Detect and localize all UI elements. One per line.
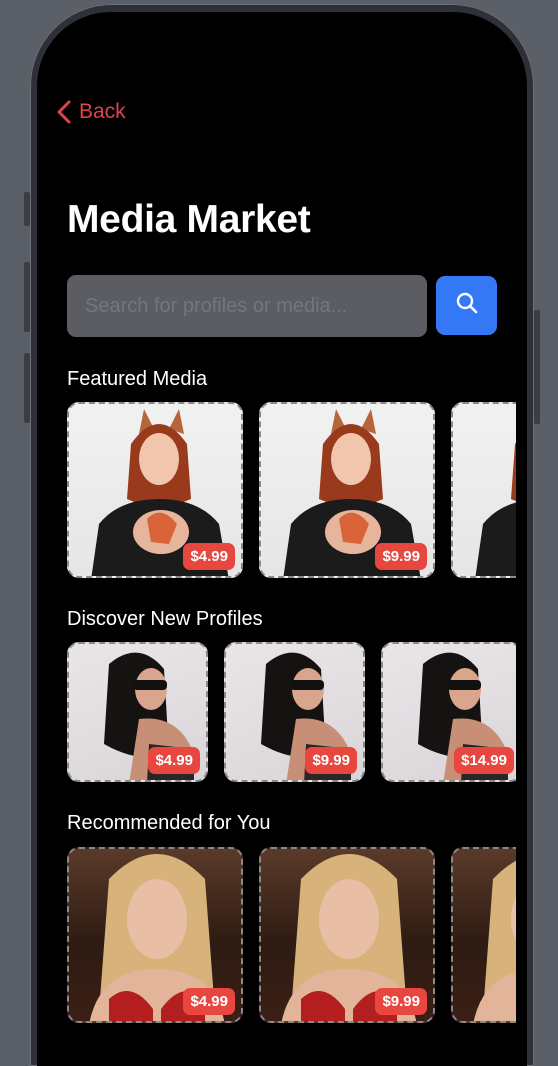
- recommended-row[interactable]: $4.99 $9.99: [67, 847, 516, 1023]
- app-screen: Back Media Market Featured Media $4.99: [37, 12, 527, 1066]
- section-title-featured: Featured Media: [67, 368, 208, 390]
- profile-card[interactable]: $4.99: [67, 642, 208, 782]
- featured-media-card[interactable]: $4.99: [67, 402, 243, 578]
- recommended-media-card[interactable]: $4.99: [67, 847, 243, 1023]
- profile-card[interactable]: $9.99: [224, 642, 365, 782]
- price-badge: $4.99: [148, 747, 200, 774]
- price-badge: $9.99: [305, 747, 357, 774]
- price-badge: $14.99: [454, 747, 514, 774]
- section-title-recommended: Recommended for You: [67, 812, 271, 834]
- recommended-media-card[interactable]: [451, 847, 516, 1023]
- featured-media-row[interactable]: $4.99 $9.99: [67, 402, 516, 578]
- price-badge: $9.99: [375, 543, 427, 570]
- price-badge: $9.99: [375, 988, 427, 1015]
- media-thumbnail: [473, 860, 516, 1021]
- profile-card[interactable]: $14.99: [381, 642, 516, 782]
- discover-profiles-row[interactable]: $4.99 $9.99 $14.99: [67, 642, 516, 782]
- price-badge: $4.99: [183, 543, 235, 570]
- search-icon: [456, 292, 478, 319]
- device-power-button: [534, 310, 540, 424]
- back-button[interactable]: Back: [57, 100, 126, 124]
- recommended-media-card[interactable]: $9.99: [259, 847, 435, 1023]
- price-badge: $4.99: [183, 988, 235, 1015]
- media-thumbnail: [475, 442, 516, 576]
- section-title-discover: Discover New Profiles: [67, 608, 263, 630]
- search-input[interactable]: [67, 275, 427, 337]
- chevron-left-icon: [57, 100, 71, 124]
- page-title: Media Market: [67, 198, 311, 241]
- featured-media-card[interactable]: [451, 402, 516, 578]
- featured-media-card[interactable]: $9.99: [259, 402, 435, 578]
- back-label: Back: [79, 100, 126, 123]
- search-button[interactable]: [436, 276, 497, 335]
